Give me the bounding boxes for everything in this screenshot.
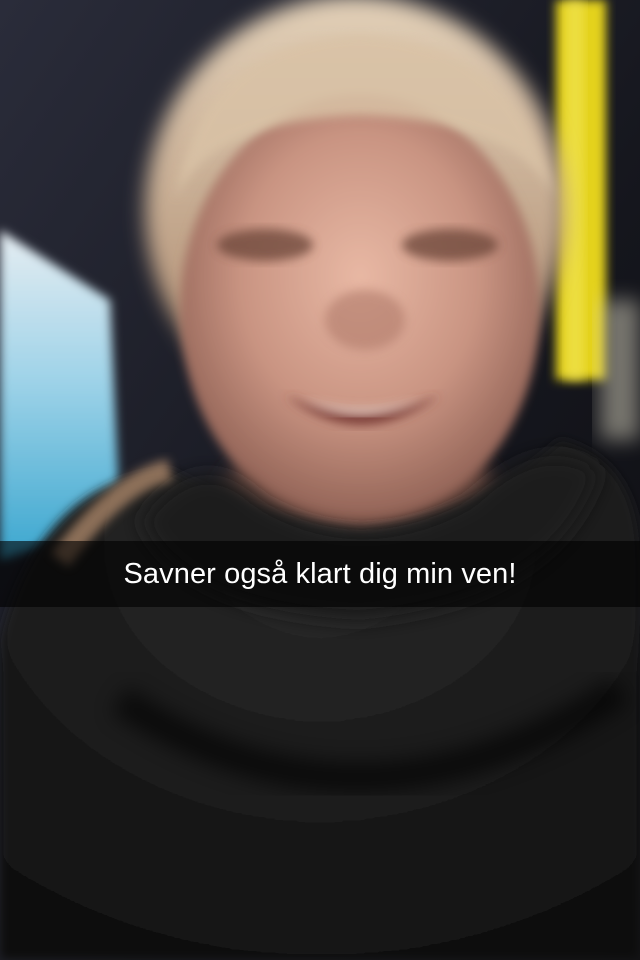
snap-viewer[interactable]: Savner også klart dig min ven! [0, 0, 640, 960]
caption-text: Savner også klart dig min ven! [123, 557, 517, 590]
selfie-photo [0, 0, 640, 960]
caption-bar: Savner også klart dig min ven! [0, 541, 640, 607]
